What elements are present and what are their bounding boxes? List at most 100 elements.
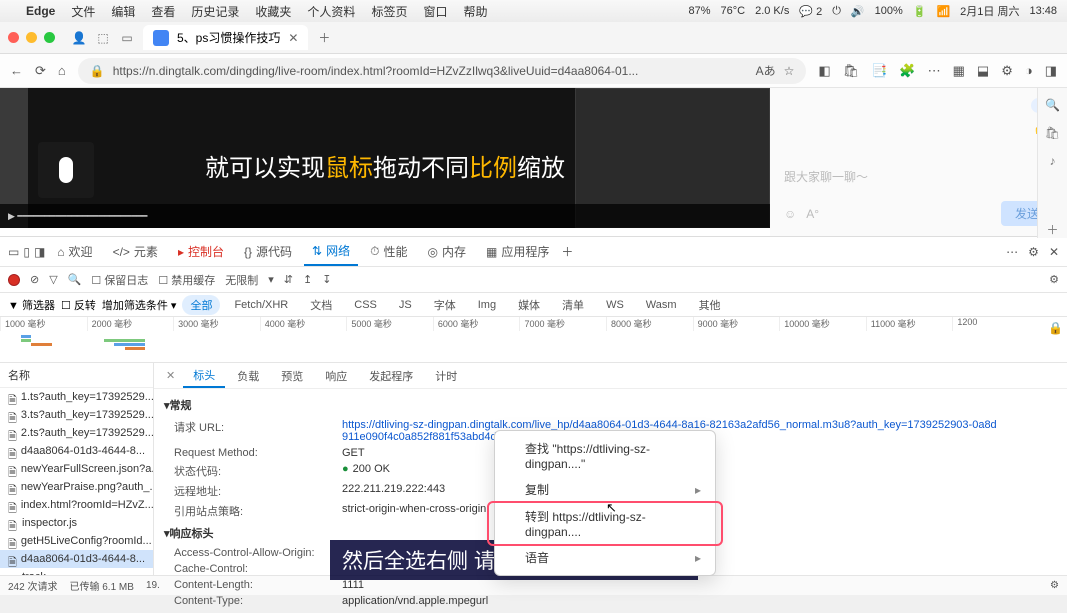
menu-tabs[interactable]: 标签页: [371, 3, 407, 20]
tab-performance[interactable]: ⏱ 性能: [362, 237, 415, 266]
status-temp[interactable]: 76°C: [721, 5, 746, 17]
filter-toggle-icon[interactable]: ▽: [49, 273, 57, 286]
throttle-select[interactable]: 无限制: [225, 272, 258, 288]
workspaces-icon[interactable]: ⬚: [95, 30, 111, 46]
tab-close-icon[interactable]: ✕: [288, 31, 298, 45]
ctx-search[interactable]: 查找 "https://dtliving-sz-dingpan....": [495, 435, 715, 476]
detail-tab-timing[interactable]: 计时: [425, 363, 467, 388]
request-list-header[interactable]: 名称: [0, 363, 153, 388]
wifi-icon[interactable]: 📶: [936, 5, 950, 18]
close-window-icon[interactable]: [8, 32, 19, 43]
tab-console[interactable]: ▸ 控制台: [170, 237, 232, 266]
filter-label[interactable]: ▼ 筛选器: [8, 297, 55, 313]
tab-welcome[interactable]: ⌂ 欢迎: [49, 237, 100, 266]
network-waterfall[interactable]: 1000 毫秒2000 毫秒3000 毫秒4000 毫秒5000 毫秒6000 …: [0, 317, 1067, 363]
tab-network[interactable]: ⇅ 网络: [304, 237, 358, 266]
request-item[interactable]: 🗎3.ts?auth_key=17392529...: [0, 406, 153, 424]
minimize-window-icon[interactable]: [26, 32, 37, 43]
maximize-window-icon[interactable]: [44, 32, 55, 43]
offline-icon[interactable]: ⇵: [284, 273, 293, 286]
menu-favorites[interactable]: 收藏夹: [255, 3, 291, 20]
volume-icon[interactable]: 🔊: [851, 5, 865, 18]
font-icon[interactable]: A°: [806, 207, 819, 221]
request-item[interactable]: 🗎2.ts?auth_key=17392529...: [0, 424, 153, 442]
spotify-icon[interactable]: ⏻: [832, 5, 841, 18]
video-player[interactable]: 就可以实现鼠标拖动不同比例缩放 ▶ ━━━━━━━━━━━━━━━━━━━━━━…: [0, 88, 770, 228]
menu-window[interactable]: 窗口: [423, 3, 447, 20]
menu-edit[interactable]: 编辑: [111, 3, 135, 20]
ctx-goto[interactable]: 转到 https://dtliving-sz-dingpan....: [495, 503, 715, 544]
menu-view[interactable]: 查看: [151, 3, 175, 20]
ext-5-icon[interactable]: ▦: [953, 63, 965, 79]
request-item[interactable]: 🗎track: [0, 568, 153, 575]
device-icon[interactable]: ▯: [23, 245, 30, 259]
ext-3-icon[interactable]: 📑: [871, 63, 887, 79]
tab-sources[interactable]: {} 源代码: [236, 237, 300, 266]
collections-icon[interactable]: ▭: [119, 30, 135, 46]
search-icon[interactable]: 🔍: [1045, 98, 1060, 112]
ctx-speech[interactable]: 语音▸: [495, 544, 715, 571]
devtools-close-icon[interactable]: ✕: [1049, 245, 1059, 259]
more-filters[interactable]: 增加筛选条件 ▾: [102, 297, 177, 313]
new-tab-button[interactable]: ＋: [316, 30, 332, 46]
detail-tab-response[interactable]: 响应: [315, 363, 357, 388]
download-icon[interactable]: ↧: [322, 273, 331, 286]
profile-icon[interactable]: 👤: [71, 30, 87, 46]
ext-2-icon[interactable]: 🛍: [843, 63, 860, 79]
home-button[interactable]: ⌂: [58, 63, 66, 78]
tab-memory[interactable]: ◎ 内存: [419, 237, 474, 266]
preserve-log-checkbox[interactable]: ☐ 保留日志: [91, 272, 148, 288]
menu-help[interactable]: 帮助: [463, 3, 487, 20]
menu-file[interactable]: 文件: [71, 3, 95, 20]
browser-tab[interactable]: 5、ps习惯操作技巧 ✕: [143, 25, 308, 50]
ext-4-icon[interactable]: 🧩: [899, 63, 915, 79]
status-volume[interactable]: 100%: [875, 5, 903, 17]
request-item[interactable]: 🗎1.ts?auth_key=17392529...: [0, 388, 153, 406]
ctx-copy[interactable]: 复制▸: [495, 476, 715, 503]
status-net[interactable]: 2.0 K/s: [755, 5, 789, 17]
network-settings-icon[interactable]: ⚙: [1049, 273, 1059, 286]
add-tab-icon[interactable]: ＋: [561, 243, 573, 260]
add-sidebar-icon[interactable]: ＋: [1046, 221, 1058, 238]
general-section-title[interactable]: ▾常规: [164, 397, 1057, 413]
filter-img[interactable]: Img: [470, 297, 504, 313]
refresh-button[interactable]: ⟳: [35, 63, 46, 79]
inspect-icon[interactable]: ▭: [8, 245, 19, 259]
filter-other[interactable]: 其他: [691, 295, 729, 315]
record-button[interactable]: [8, 274, 20, 286]
request-item[interactable]: 🗎d4aa8064-01d3-4644-8...: [0, 442, 153, 460]
filter-ws[interactable]: WS: [598, 297, 632, 313]
devtools-settings-icon[interactable]: ⚙: [1028, 245, 1039, 259]
tab-elements[interactable]: </> 元素: [105, 237, 166, 266]
shopping-icon[interactable]: 🛍: [1045, 126, 1060, 140]
detail-tab-initiator[interactable]: 发起程序: [359, 363, 423, 388]
filter-js[interactable]: JS: [391, 297, 420, 313]
reader-icon[interactable]: Aあ: [756, 62, 776, 79]
invert-checkbox[interactable]: ☐ 反转: [61, 297, 96, 313]
request-item[interactable]: 🗎getH5LiveConfig?roomId...: [0, 532, 153, 550]
request-item[interactable]: 🗎index.html?roomId=HZvZ...: [0, 496, 153, 514]
lock-waterfall-icon[interactable]: 🔒: [1048, 321, 1063, 335]
copilot-icon[interactable]: ◑: [1025, 63, 1033, 78]
detail-tab-payload[interactable]: 负载: [227, 363, 269, 388]
close-detail-icon[interactable]: ✕: [160, 369, 181, 382]
menu-profiles[interactable]: 个人资料: [307, 3, 355, 20]
app-menu[interactable]: Edge: [26, 4, 55, 18]
throttle-dropdown-icon[interactable]: ▾: [268, 273, 274, 286]
status-battery[interactable]: 87%: [688, 5, 710, 17]
favorite-icon[interactable]: ☆: [784, 64, 795, 78]
filter-fetch[interactable]: Fetch/XHR: [226, 297, 296, 313]
tiktok-icon[interactable]: ♪: [1050, 154, 1056, 168]
filter-manifest[interactable]: 清单: [554, 295, 592, 315]
filter-media[interactable]: 媒体: [510, 295, 548, 315]
disable-cache-checkbox[interactable]: ☐ 禁用缓存: [158, 272, 215, 288]
wechat-icon[interactable]: 💬 2: [799, 5, 822, 18]
tab-application[interactable]: ▦ 应用程序: [478, 237, 557, 266]
emoji-icon[interactable]: ☺: [784, 207, 796, 221]
split-icon[interactable]: ◨: [1045, 63, 1057, 79]
filter-css[interactable]: CSS: [346, 297, 385, 313]
detail-tab-preview[interactable]: 预览: [271, 363, 313, 388]
detail-tab-headers[interactable]: 标头: [183, 363, 225, 388]
filter-doc[interactable]: 文档: [302, 295, 340, 315]
filter-all[interactable]: 全部: [182, 295, 220, 315]
